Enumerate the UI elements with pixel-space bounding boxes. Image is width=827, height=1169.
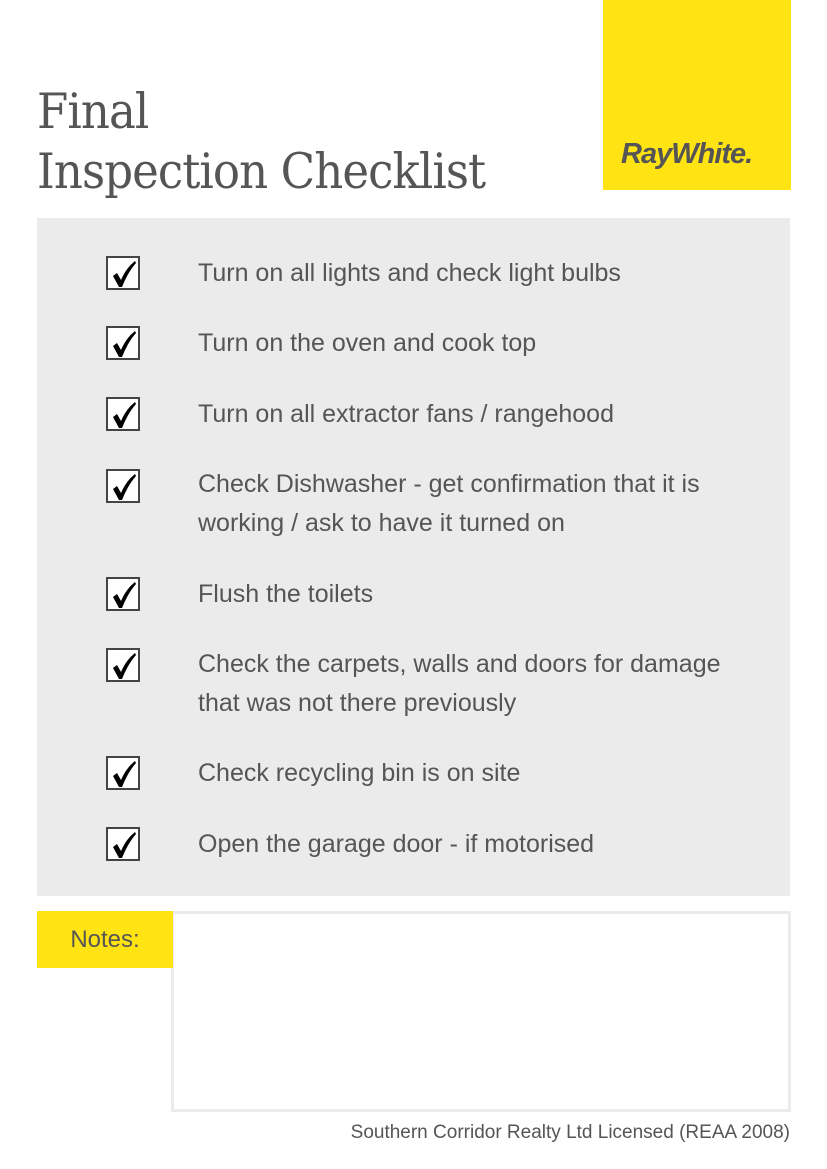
checkbox-checked[interactable] <box>106 827 140 861</box>
checklist-panel: Turn on all lights and check light bulbs… <box>37 218 790 896</box>
checklist-item-text: Open the garage door - if motorised <box>198 830 595 858</box>
checkmark-icon <box>113 653 136 679</box>
page-title: Final Inspection Checklist <box>37 82 486 202</box>
checkbox-checked[interactable] <box>106 397 140 431</box>
checkmark-icon <box>113 261 136 287</box>
checklist-item-text: Flush the toilets <box>198 580 374 608</box>
checkmark-icon <box>113 832 136 858</box>
title-line-1: Final <box>37 83 149 140</box>
checkbox-checked[interactable] <box>106 256 140 290</box>
notes-field[interactable] <box>171 911 791 1112</box>
checklist-item-text: Check Dishwasher - get confirmation that… <box>198 470 700 537</box>
checklist-item-text: Turn on all extractor fans / rangehood <box>198 400 614 428</box>
checklist-item-text: Check the carpets, walls and doors for d… <box>198 650 721 717</box>
checkmark-icon <box>113 474 136 500</box>
title-line-2: Inspection Checklist <box>37 143 486 200</box>
checkbox-checked[interactable] <box>106 648 140 682</box>
checklist-item-text: Turn on the oven and cook top <box>198 329 537 357</box>
checkmark-icon <box>113 761 136 787</box>
checkbox-checked[interactable] <box>106 326 140 360</box>
notes-label: Notes: <box>37 911 173 968</box>
checkbox-checked[interactable] <box>106 756 140 790</box>
logo-text: RayWhite. <box>621 138 753 170</box>
checkbox-checked[interactable] <box>106 577 140 611</box>
checklist-item-text: Check recycling bin is on site <box>198 759 521 787</box>
checkmark-icon <box>113 331 136 357</box>
footer-license-text: Southern Corridor Realty Ltd Licensed (R… <box>350 1122 790 1143</box>
checkmark-icon <box>113 402 136 428</box>
checkmark-icon <box>113 582 136 608</box>
ray-white-logo: RayWhite. <box>603 0 791 190</box>
checklist-item-text: Turn on all lights and check light bulbs <box>198 259 621 287</box>
checkbox-checked[interactable] <box>106 469 140 503</box>
